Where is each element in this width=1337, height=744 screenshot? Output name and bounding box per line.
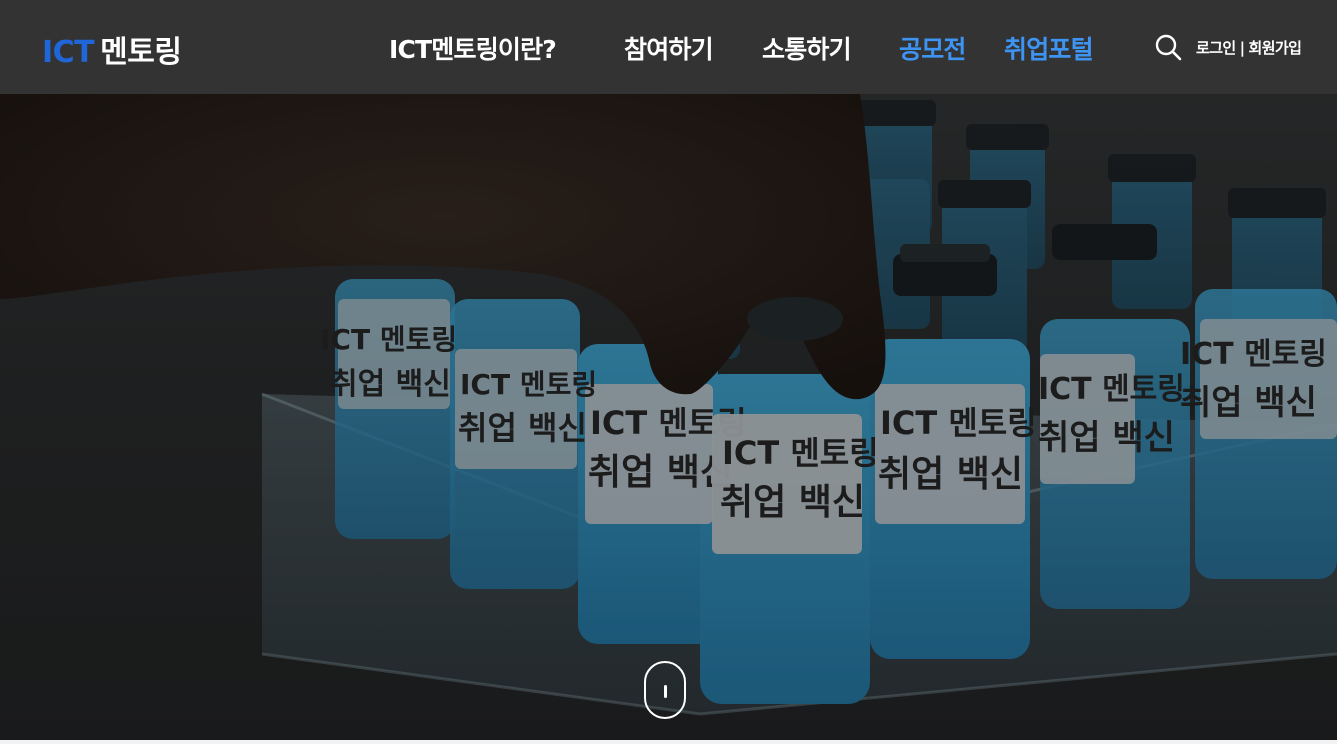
hero-banner: ICT 멘토링 취업 백신 ICT 멘토링 취업 백신 ICT 멘토링 취업 백… (0, 94, 1337, 740)
search-icon[interactable] (1154, 33, 1182, 61)
auth-separator: | (1239, 39, 1245, 57)
signup-link[interactable]: 회원가입 (1249, 39, 1302, 57)
auth-links: 로그인 | 회원가입 (1196, 37, 1302, 58)
login-link[interactable]: 로그인 (1196, 39, 1236, 57)
site-header: ICT 멘토링 ICT멘토링이란? 참여하기 소통하기 공모전 취업포털 로그인 |… (0, 0, 1337, 94)
nav-item-about[interactable]: ICT멘토링이란? (389, 30, 557, 66)
scroll-indicator-dot (664, 685, 667, 698)
logo-mentoring-text: 멘토링 (100, 35, 182, 70)
hero-overlay (0, 94, 1337, 740)
logo-ict-text: ICT (42, 35, 95, 70)
site-logo[interactable]: ICT 멘토링 (42, 27, 182, 71)
nav-item-job-portal[interactable]: 취업포털 (1004, 30, 1094, 66)
nav-item-contest[interactable]: 공모전 (899, 30, 966, 66)
content-divider (0, 740, 1337, 744)
nav-item-participate[interactable]: 참여하기 (624, 30, 714, 66)
hero-image: ICT 멘토링 취업 백신 ICT 멘토링 취업 백신 ICT 멘토링 취업 백… (0, 94, 1337, 740)
nav-item-community[interactable]: 소통하기 (762, 30, 852, 66)
scroll-down-indicator[interactable] (644, 661, 686, 719)
